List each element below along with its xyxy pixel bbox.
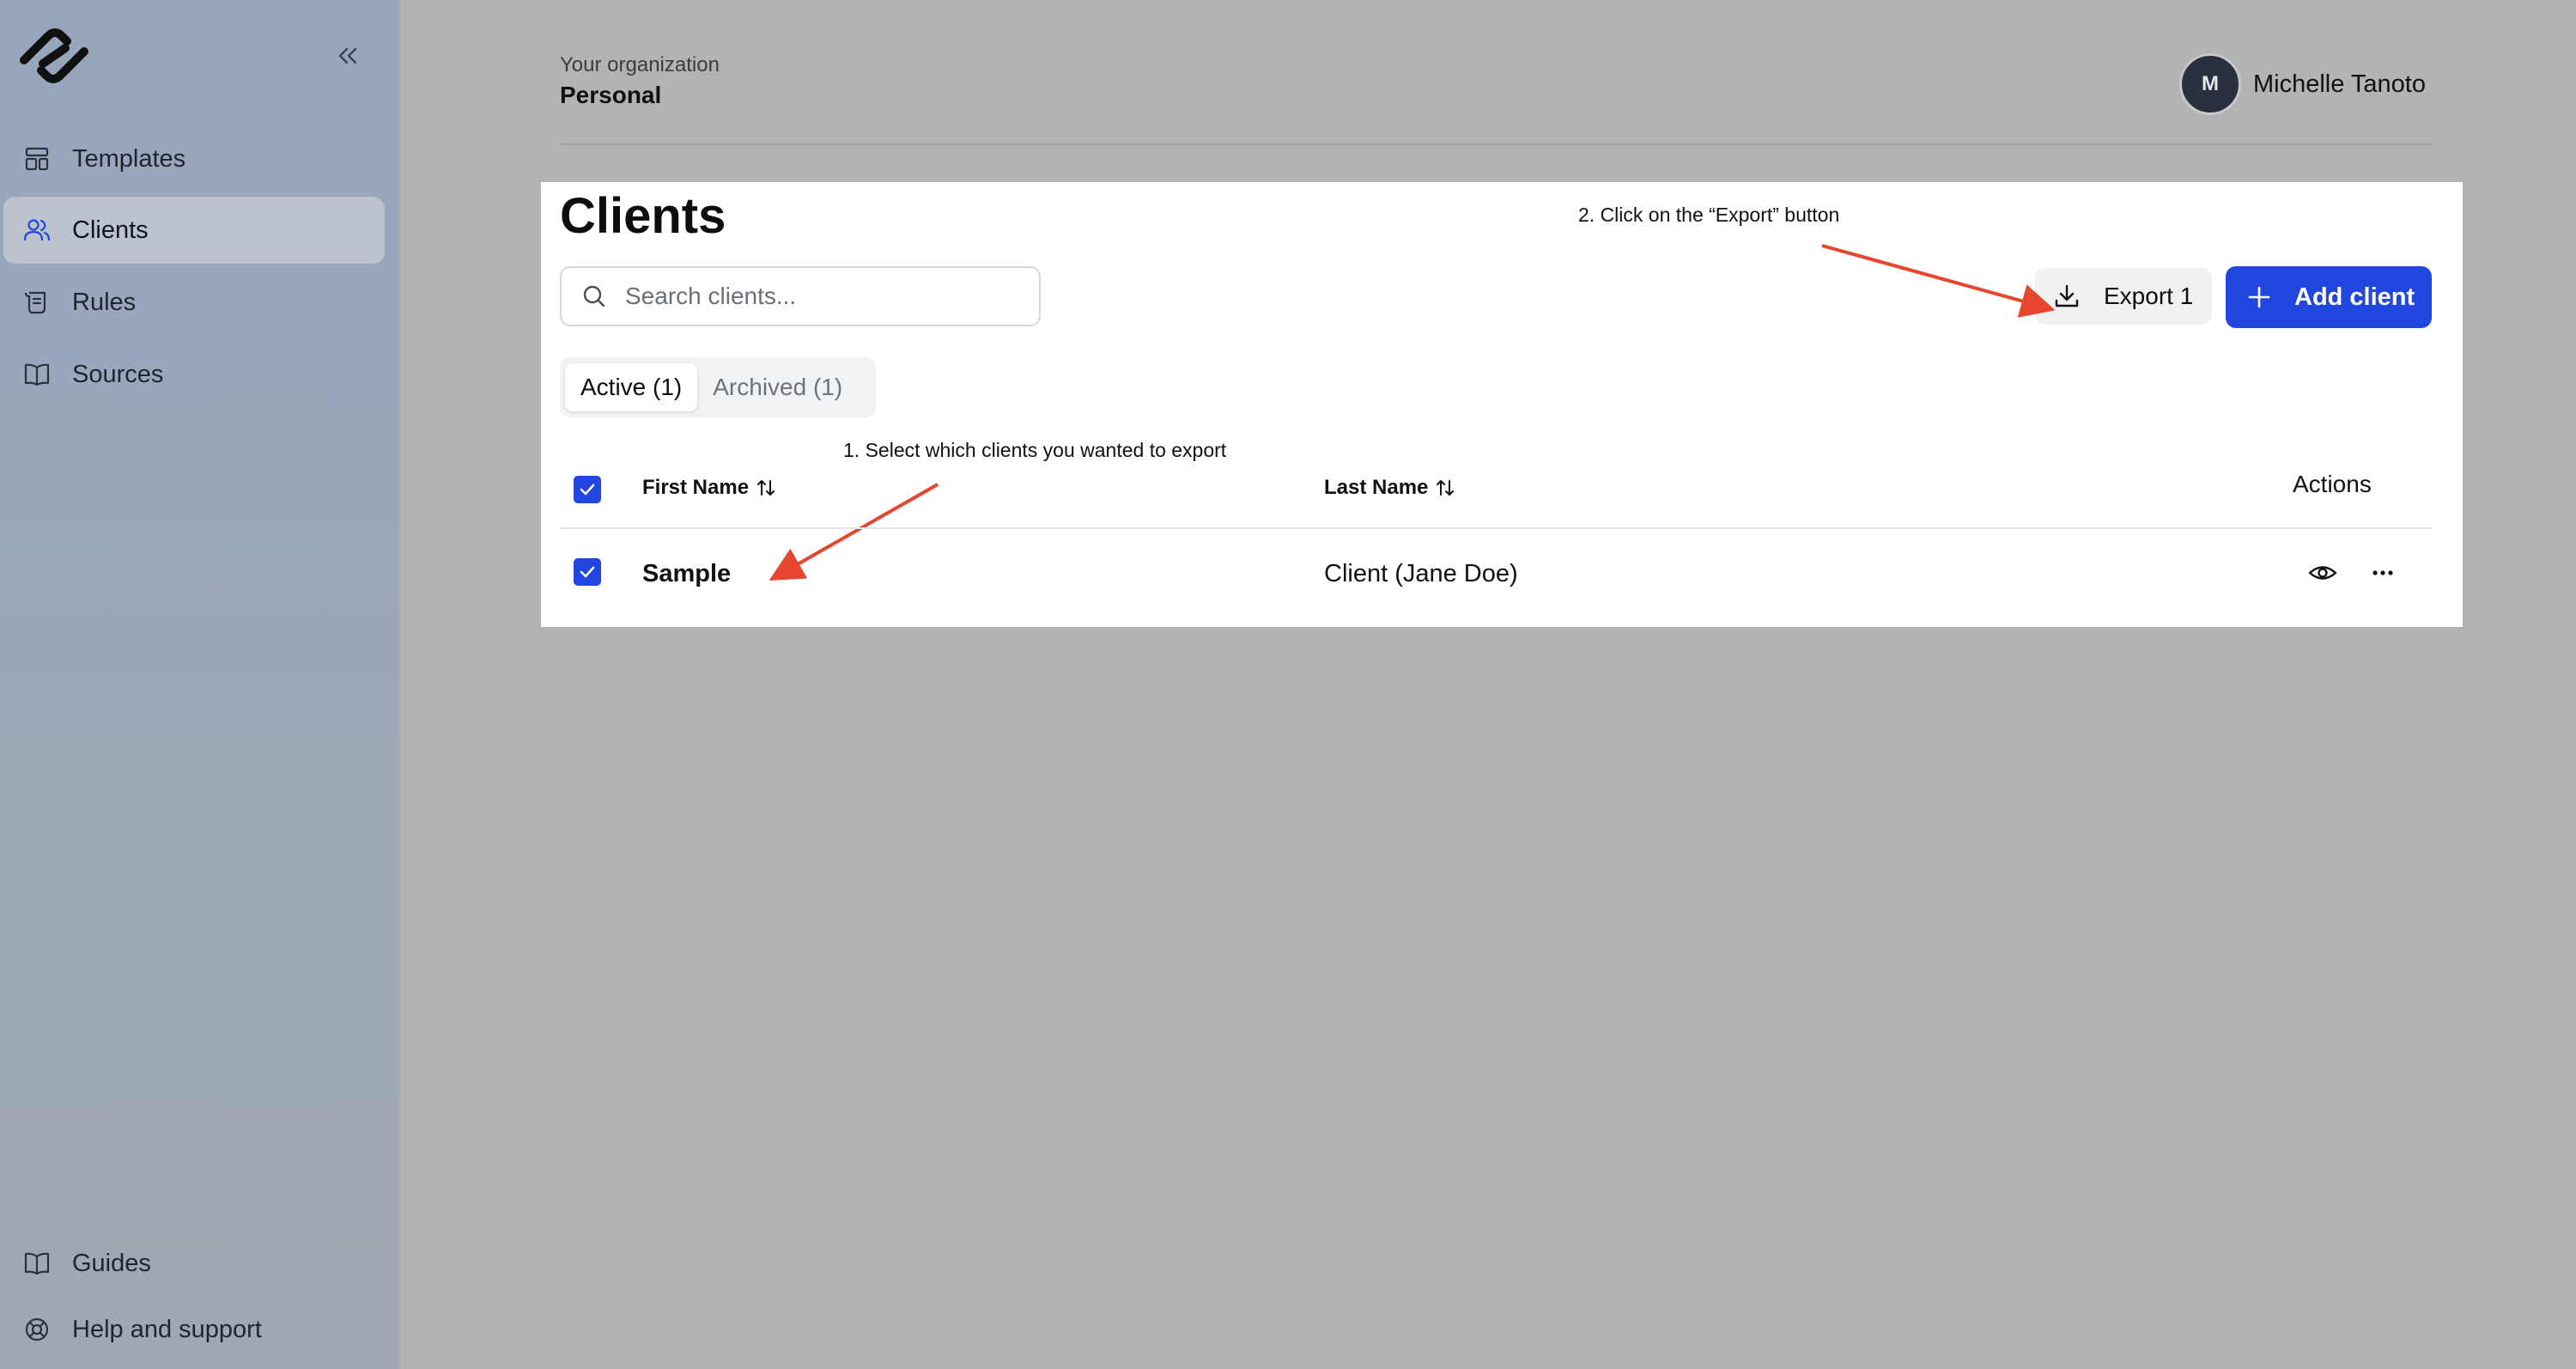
avatar: M bbox=[2179, 53, 2241, 115]
search-box[interactable] bbox=[560, 266, 1041, 326]
table-header: First Name Last Name Actions bbox=[560, 465, 2432, 512]
annotation-step-2: 2. Click on the “Export” button bbox=[1578, 204, 1840, 226]
sidebar-item-label: Guides bbox=[72, 1249, 151, 1277]
annotation-step-1: 1. Select which clients you wanted to ex… bbox=[843, 439, 1227, 461]
scroll-icon bbox=[24, 291, 46, 314]
sidebar-item-label: Help and support bbox=[72, 1315, 262, 1343]
tab-active[interactable]: Active (1) bbox=[565, 363, 698, 411]
tab-archived[interactable]: Archived (1) bbox=[697, 363, 858, 411]
sidebar-divider bbox=[0, 1204, 398, 1206]
org-caption: Your organization bbox=[560, 53, 720, 76]
export-label: Export 1 bbox=[2104, 283, 2194, 309]
sort-icon bbox=[757, 480, 775, 496]
download-icon bbox=[2055, 284, 2079, 307]
select-all-checkbox[interactable] bbox=[574, 476, 601, 503]
sidebar-item-clients[interactable]: Clients bbox=[3, 197, 385, 264]
sidebar-item-label: Rules bbox=[72, 288, 137, 316]
sidebar-item-label: Clients bbox=[72, 216, 149, 244]
row-checkbox[interactable] bbox=[574, 558, 601, 586]
users-icon bbox=[23, 219, 51, 241]
sidebar-item-sources[interactable]: Sources bbox=[3, 341, 385, 408]
user-menu[interactable]: M Michelle Tanoto bbox=[2179, 53, 2426, 115]
cell-first-name: Sample bbox=[642, 560, 732, 587]
sort-icon bbox=[1437, 480, 1455, 496]
column-first-name[interactable]: First Name bbox=[642, 476, 776, 500]
plus-icon bbox=[2248, 286, 2270, 308]
search-icon bbox=[583, 285, 605, 307]
table-row[interactable]: Sample Client (Jane Doe) bbox=[560, 529, 2432, 615]
column-first-name-label: First Name bbox=[642, 476, 750, 499]
cell-last-name: Client (Jane Doe) bbox=[1324, 560, 1518, 587]
book-open-icon bbox=[24, 1252, 50, 1275]
status-tabs: Active (1) Archived (1) bbox=[560, 357, 876, 417]
sidebar-item-rules[interactable]: Rules bbox=[3, 269, 385, 336]
add-client-button[interactable]: Add client bbox=[2226, 266, 2432, 328]
add-client-label: Add client bbox=[2294, 283, 2415, 311]
user-name: Michelle Tanoto bbox=[2253, 70, 2426, 98]
sidebar-item-help-and-support[interactable]: Help and support bbox=[3, 1296, 385, 1363]
check-icon bbox=[580, 566, 595, 578]
sidebar: Templates Clients Rules Sources Guides H… bbox=[0, 0, 400, 1369]
search-input[interactable] bbox=[623, 282, 1022, 311]
book-open-icon bbox=[24, 363, 50, 386]
app-logo-icon[interactable] bbox=[15, 26, 93, 86]
sidebar-item-templates[interactable]: Templates bbox=[3, 125, 385, 192]
layout-template-icon bbox=[25, 147, 49, 171]
more-options-icon[interactable] bbox=[2366, 557, 2399, 589]
export-button[interactable]: Export 1 bbox=[2035, 268, 2212, 325]
collapse-sidebar-icon[interactable] bbox=[333, 41, 362, 70]
column-actions: Actions bbox=[2293, 471, 2372, 497]
column-last-name-label: Last Name bbox=[1324, 476, 1429, 499]
clients-panel: Clients Active (1) Archived (1) Export 1… bbox=[541, 182, 2463, 627]
header-divider bbox=[560, 143, 2432, 145]
page-title: Clients bbox=[560, 188, 726, 244]
arrow-to-export bbox=[1821, 244, 2056, 318]
sidebar-item-label: Templates bbox=[72, 144, 186, 173]
sidebar-item-label: Sources bbox=[72, 360, 164, 388]
column-last-name[interactable]: Last Name bbox=[1324, 476, 1455, 500]
life-buoy-icon bbox=[25, 1317, 49, 1342]
sidebar-item-guides[interactable]: Guides bbox=[3, 1230, 385, 1297]
view-eye-icon[interactable] bbox=[2306, 557, 2339, 589]
check-icon bbox=[580, 484, 595, 496]
org-name[interactable]: Personal bbox=[560, 82, 661, 109]
